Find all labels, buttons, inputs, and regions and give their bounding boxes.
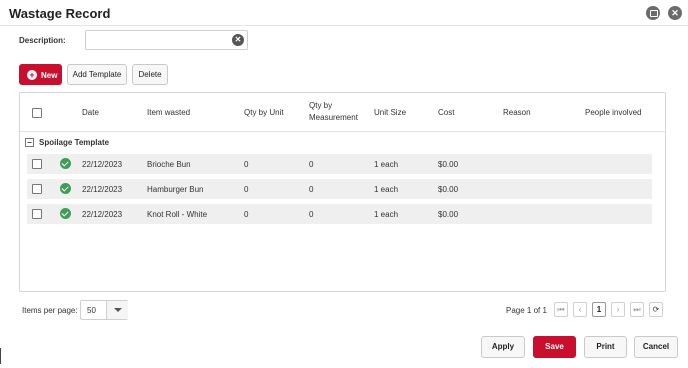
refresh-icon[interactable]: ⟳: [649, 302, 663, 317]
new-button-label: New: [41, 71, 58, 80]
new-button[interactable]: + New: [19, 64, 62, 85]
group-row: − Spoilage Template: [20, 134, 665, 152]
group-label: Spoilage Template: [39, 138, 110, 147]
column-header-people-involved[interactable]: People involved: [585, 107, 641, 119]
items-per-page-value: 50: [87, 306, 96, 315]
cell-qty-measure: 0: [309, 160, 314, 169]
cell-date: 22/12/2023: [82, 185, 123, 194]
apply-button[interactable]: Apply: [481, 336, 525, 358]
items-per-page-select[interactable]: 50: [80, 300, 128, 320]
table-header: Date Item wasted Qty by Unit Qty by Meas…: [20, 93, 665, 132]
cell-qty-unit: 0: [244, 160, 249, 169]
row-checkbox[interactable]: [32, 159, 42, 169]
cell-qty-unit: 0: [244, 210, 249, 219]
cell-unit-size: 1 each: [374, 160, 399, 169]
description-input[interactable]: [85, 30, 248, 50]
cell-cost: $0.00: [438, 160, 459, 169]
cell-item: Hamburger Bun: [147, 185, 204, 194]
cell-qty-measure: 0: [309, 210, 314, 219]
check-circle-icon: [60, 208, 71, 219]
table-row[interactable]: 22/12/2023 Brioche Bun 0 0 1 each $0.00: [27, 154, 652, 174]
edge-divider: [0, 348, 1, 364]
items-per-page-label: Items per page:: [22, 306, 78, 315]
cell-date: 22/12/2023: [82, 160, 123, 169]
table-row[interactable]: 22/12/2023 Hamburger Bun 0 0 1 each $0.0…: [27, 179, 652, 199]
select-all-checkbox[interactable]: [32, 108, 42, 118]
check-circle-icon: [60, 183, 71, 194]
column-header-item-wasted[interactable]: Item wasted: [147, 107, 190, 119]
current-page[interactable]: 1: [592, 302, 606, 317]
close-icon[interactable]: ✕: [668, 6, 682, 20]
column-header-date[interactable]: Date: [82, 107, 99, 119]
column-header-qty-by-measurement-line2: Measurement: [309, 113, 358, 122]
row-checkbox[interactable]: [32, 209, 42, 219]
cell-date: 22/12/2023: [82, 210, 123, 219]
column-header-qty-by-unit[interactable]: Qty by Unit: [244, 107, 284, 119]
description-label: Description:: [19, 36, 66, 45]
next-page-icon[interactable]: ›: [611, 302, 625, 317]
column-header-reason[interactable]: Reason: [503, 107, 531, 119]
row-checkbox[interactable]: [32, 184, 42, 194]
cell-item: Knot Roll - White: [147, 210, 208, 219]
column-header-cost[interactable]: Cost: [438, 107, 454, 119]
collapse-icon[interactable]: −: [25, 138, 34, 147]
cancel-button[interactable]: Cancel: [634, 336, 678, 358]
cell-qty-measure: 0: [309, 185, 314, 194]
first-page-icon[interactable]: ⏮: [554, 302, 568, 317]
wastage-grid: Date Item wasted Qty by Unit Qty by Meas…: [19, 92, 666, 292]
cell-cost: $0.00: [438, 210, 459, 219]
window-title: Wastage Record: [9, 6, 111, 21]
table-row[interactable]: 22/12/2023 Knot Roll - White 0 0 1 each …: [27, 204, 652, 224]
title-bar: Wastage Record ✕: [0, 0, 688, 26]
last-page-icon[interactable]: ⏭: [630, 302, 644, 317]
cell-cost: $0.00: [438, 185, 459, 194]
column-header-qty-by-measurement[interactable]: Qty by Measurement: [309, 100, 358, 124]
cell-unit-size: 1 each: [374, 185, 399, 194]
print-button[interactable]: Print: [584, 336, 627, 358]
previous-page-icon[interactable]: ‹: [573, 302, 587, 317]
column-header-qty-by-measurement-line1: Qty by: [309, 101, 333, 110]
plus-circle-icon: +: [27, 70, 37, 80]
delete-button[interactable]: Delete: [132, 64, 168, 85]
clear-icon[interactable]: ✕: [232, 34, 244, 46]
save-button[interactable]: Save: [533, 336, 576, 358]
add-template-button[interactable]: Add Template: [67, 64, 127, 85]
page-info: Page 1 of 1: [506, 306, 547, 315]
window-restore-icon[interactable]: [646, 6, 660, 20]
column-header-unit-size[interactable]: Unit Size: [374, 107, 406, 119]
check-circle-icon: [60, 158, 71, 169]
chevron-down-icon[interactable]: [106, 301, 128, 319]
cell-qty-unit: 0: [244, 185, 249, 194]
cell-item: Brioche Bun: [147, 160, 191, 169]
cell-unit-size: 1 each: [374, 210, 399, 219]
